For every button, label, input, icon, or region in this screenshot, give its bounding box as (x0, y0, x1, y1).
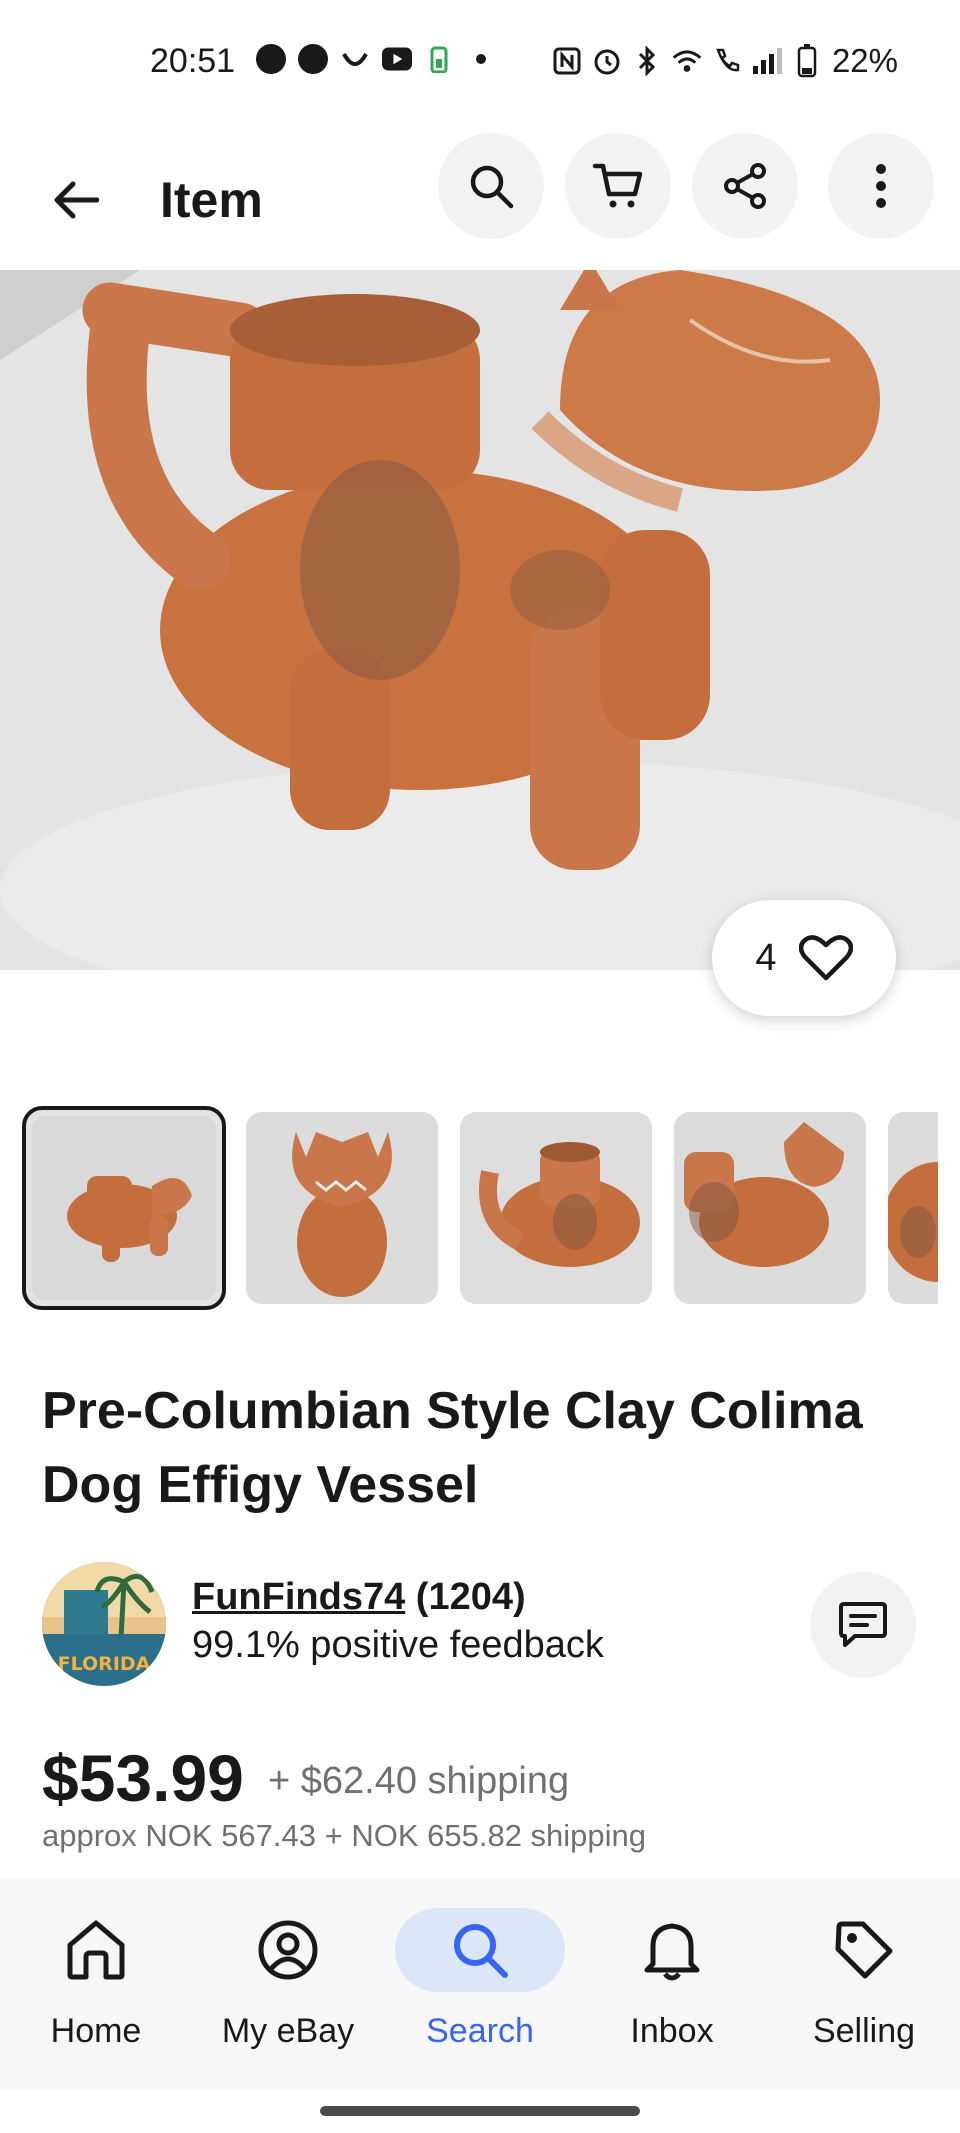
status-time: 20:51 (150, 42, 236, 80)
seller-name-link[interactable]: FunFinds74 (192, 1576, 405, 1618)
system-icons: 22% (552, 42, 898, 80)
share-icon (724, 163, 766, 209)
top-app-bar: Item (0, 130, 960, 270)
battery-icon (792, 44, 822, 78)
dog-effigy-vessel-image (0, 270, 960, 970)
seller-avatar[interactable]: FLORIDA (42, 1562, 166, 1686)
dot-icon (466, 44, 496, 74)
cart-button[interactable] (565, 133, 671, 239)
nav-selling-label: Selling (812, 2012, 916, 2050)
more-vertical-icon (876, 164, 886, 208)
nav-search[interactable]: Search (384, 1878, 576, 2090)
bottom-navigation: Home My eBay Search Inbox Selling (0, 1878, 960, 2090)
search-icon (470, 165, 514, 209)
nav-inbox[interactable]: Inbox (576, 1878, 768, 2090)
nav-home[interactable]: Home (0, 1878, 192, 2090)
heart-icon (798, 935, 853, 981)
item-main-photo[interactable] (0, 270, 960, 970)
search-icon (454, 1924, 508, 1978)
watch-like-button[interactable]: 4 (712, 900, 896, 1016)
coop-app-icon (256, 44, 286, 74)
wifi-icon (672, 46, 702, 76)
nav-home-label: Home (50, 2012, 142, 2050)
approx-price-local: approx NOK 567.43 + NOK 655.82 shipping (42, 1818, 647, 1853)
contact-seller-button[interactable] (810, 1572, 916, 1678)
tag-icon (835, 1921, 893, 1979)
nav-inbox-label: Inbox (630, 2012, 714, 2050)
photo-thumbnail-1[interactable] (22, 1106, 226, 1310)
message-icon (839, 1602, 887, 1647)
nav-my-ebay[interactable]: My eBay (192, 1878, 384, 2090)
like-count: 4 (755, 936, 777, 979)
user-circle-icon (258, 1920, 318, 1980)
facebook-icon (298, 44, 328, 74)
more-options-button[interactable] (828, 133, 934, 239)
status-bar: 20:51 22% (0, 0, 960, 130)
photo-thumbnail-strip (22, 1106, 938, 1316)
smile-icon (340, 44, 370, 74)
nav-selling[interactable]: Selling (768, 1878, 960, 2090)
battery-percent: 22% (831, 42, 898, 79)
nfc-icon (552, 46, 582, 76)
home-icon (67, 1920, 125, 1980)
photo-thumbnail-4[interactable] (674, 1112, 866, 1304)
avatar-logo-text: FLORIDA (58, 1653, 151, 1675)
youtube-icon (382, 44, 412, 74)
item-price: $53.99 (42, 1741, 244, 1815)
photo-thumbnail-2[interactable] (246, 1112, 438, 1304)
notification-icons (256, 44, 496, 74)
product-title: Pre-Columbian Style Clay Colima Dog Effi… (42, 1382, 863, 1514)
cart-icon (592, 163, 643, 208)
photo-thumbnail-5[interactable] (888, 1112, 938, 1304)
signal-icon (752, 46, 782, 76)
seller-info: FunFinds74 (1204) (192, 1576, 526, 1619)
wifi-calling-icon (712, 46, 742, 76)
share-button[interactable] (692, 133, 798, 239)
battery-saver-icon (424, 44, 454, 74)
seller-feedback-count: (1204) (415, 1576, 526, 1618)
seller-feedback: 99.1% positive feedback (192, 1624, 604, 1666)
shipping-cost: + $62.40 shipping (268, 1760, 570, 1802)
bell-icon (644, 1923, 700, 1981)
nav-search-label: Search (426, 2012, 534, 2050)
page-title: Item (160, 172, 263, 228)
nav-my-ebay-label: My eBay (221, 2012, 355, 2050)
gesture-home-bar[interactable] (320, 2106, 640, 2116)
back-button[interactable] (38, 162, 114, 238)
bluetooth-icon (632, 46, 662, 76)
back-arrow-icon (54, 181, 99, 219)
search-button[interactable] (438, 133, 544, 239)
photo-thumbnail-3[interactable] (460, 1112, 652, 1304)
alarm-icon (592, 46, 622, 76)
